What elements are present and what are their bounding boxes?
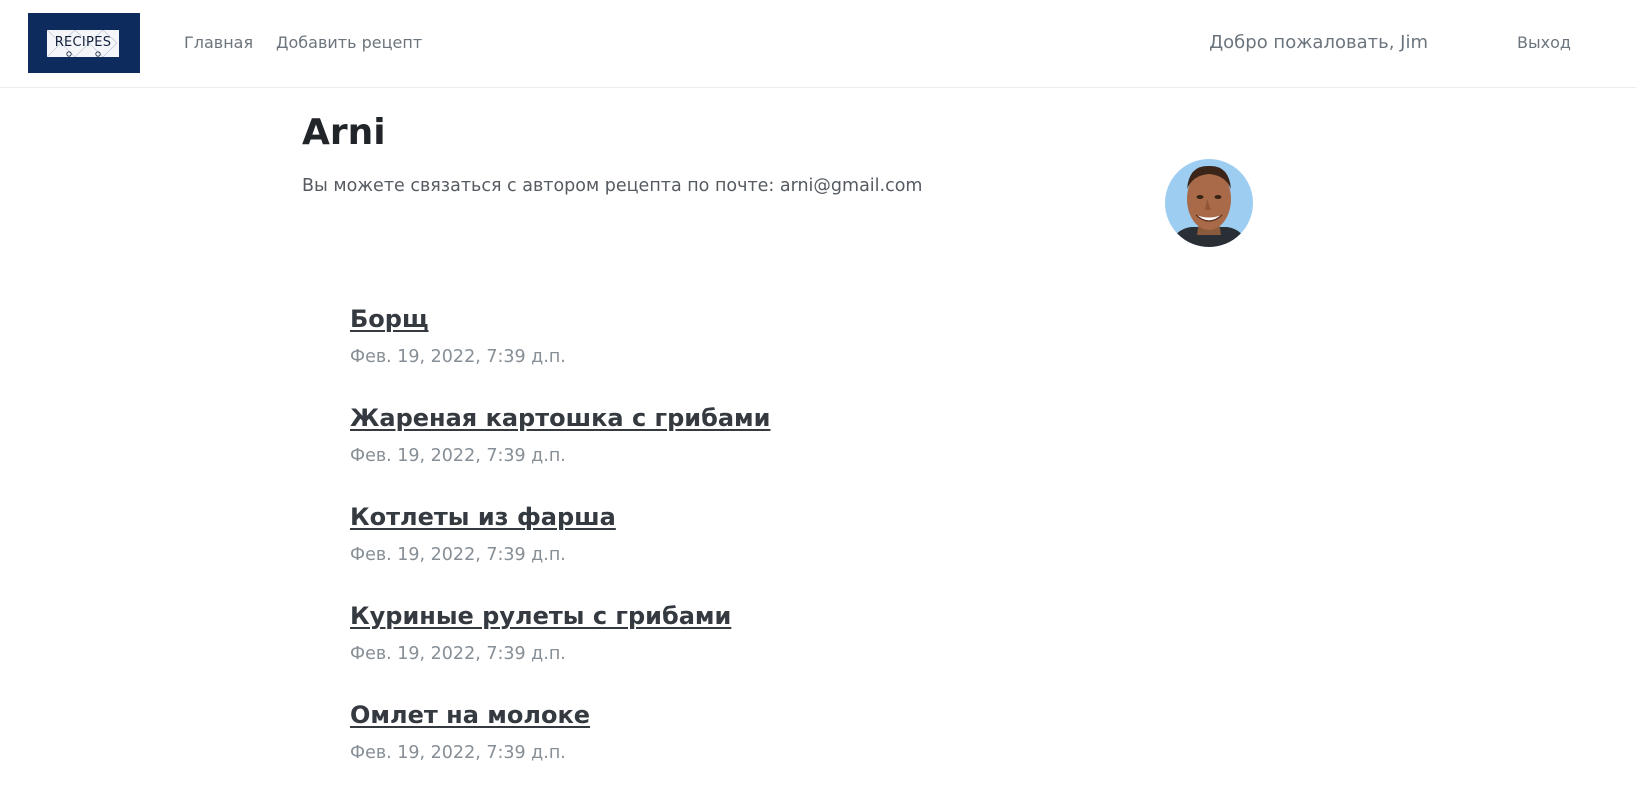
logo-badge: RECIPES (47, 30, 119, 57)
nav-home-link[interactable]: Главная (184, 31, 253, 55)
navbar: RECIPES Главная Добавить рецепт Добро по… (0, 0, 1636, 88)
logout-link[interactable]: Выход (1517, 31, 1571, 55)
recipe-title-link[interactable]: Котлеты из фарша (350, 502, 616, 532)
recipe-title-link[interactable]: Омлет на молоке (350, 700, 590, 730)
author-name: Arni (302, 112, 386, 153)
nav-add-recipe-link[interactable]: Добавить рецепт (276, 31, 422, 55)
recipe-date: Фев. 19, 2022, 7:39 д.п. (350, 347, 566, 367)
author-avatar (1165, 159, 1253, 247)
welcome-text: Добро пожаловать, Jim (1209, 32, 1428, 53)
recipe-date: Фев. 19, 2022, 7:39 д.п. (350, 446, 566, 466)
recipe-title-link[interactable]: Куриные рулеты с грибами (350, 601, 731, 631)
recipe-date: Фев. 19, 2022, 7:39 д.п. (350, 545, 566, 565)
avatar-portrait (1165, 159, 1253, 247)
recipe-date: Фев. 19, 2022, 7:39 д.п. (350, 743, 566, 763)
site-logo[interactable]: RECIPES (28, 13, 140, 73)
logo-text: RECIPES (54, 35, 112, 50)
recipe-title-link[interactable]: Жареная картошка с грибами (350, 403, 770, 433)
author-contact-text: Вы можете связаться с автором рецепта по… (302, 176, 923, 196)
recipe-title-link[interactable]: Борщ (350, 304, 429, 334)
recipe-date: Фев. 19, 2022, 7:39 д.п. (350, 644, 566, 664)
